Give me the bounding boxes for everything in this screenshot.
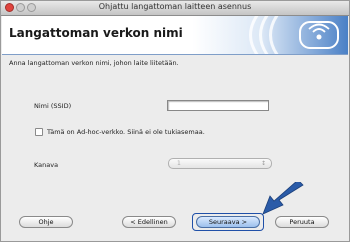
help-button[interactable]: Ohje xyxy=(19,216,73,228)
select-arrows-icon: ↕ xyxy=(260,160,266,167)
channel-value: 1 xyxy=(177,160,181,167)
title-bar: Ohjattu langattoman laitteen asennus xyxy=(1,1,349,16)
ssid-label: Nimi (SSID) xyxy=(34,102,72,110)
adhoc-checkbox-label[interactable]: Tämä on Ad-hoc-verkko. Siinä ei ole tuki… xyxy=(47,128,205,136)
wizard-window: Ohjattu langattoman laitteen asennus Lan… xyxy=(0,0,350,242)
page-title: Langattoman verkon nimi xyxy=(9,26,183,40)
back-button[interactable]: < Edellinen xyxy=(122,216,176,228)
wireless-logo-icon xyxy=(249,16,339,54)
instruction-text: Anna langattoman verkon nimi, johon lait… xyxy=(9,59,179,67)
channel-label: Kanava xyxy=(34,161,59,169)
adhoc-checkbox[interactable] xyxy=(35,128,43,136)
header-banner: Langattoman verkon nimi xyxy=(2,16,348,55)
next-button[interactable]: Seuraava > xyxy=(196,216,260,228)
pointer-arrow-icon xyxy=(262,182,304,215)
ssid-input[interactable] xyxy=(167,100,269,111)
wizard-content: Anna langattoman verkon nimi, johon lait… xyxy=(2,55,348,241)
window-title: Ohjattu langattoman laitteen asennus xyxy=(98,2,252,11)
channel-select: 1 ↕ xyxy=(168,158,272,169)
